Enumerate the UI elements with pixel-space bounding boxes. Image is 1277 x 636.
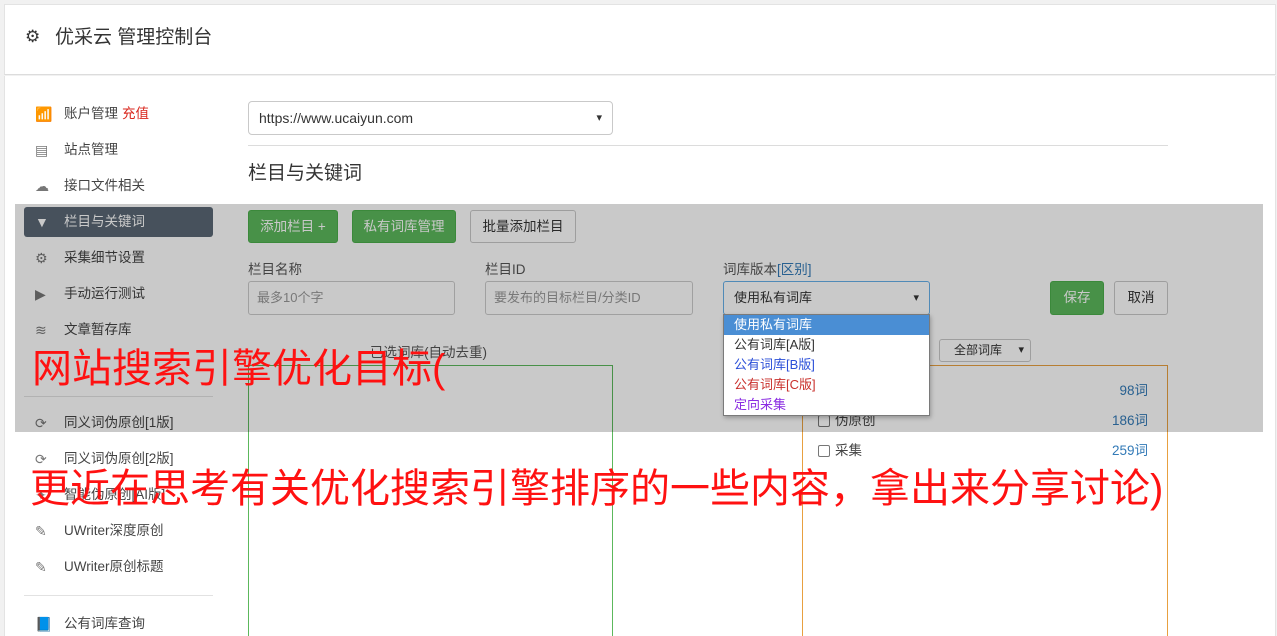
site-select-value: https://www.ucaiyun.com — [259, 110, 414, 126]
book-icon: 📘 — [35, 616, 53, 632]
modal-overlay — [15, 204, 1263, 432]
library-name: 采集 — [835, 443, 862, 458]
sidebar-item-label: 账户管理 — [64, 106, 118, 121]
version-option[interactable]: 公有词库[C版] — [724, 375, 929, 395]
version-option[interactable]: 公有词库[A版] — [724, 335, 929, 355]
sidebar-item-uwriter-title[interactable]: ✎ UWriter原创标题 — [24, 552, 213, 582]
sidebar-item-uwriter-deep[interactable]: ✎ UWriter深度原创 — [24, 516, 213, 546]
version-option[interactable]: 公有词库[B版] — [724, 355, 929, 375]
recharge-link[interactable]: 充值 — [122, 99, 149, 129]
library-count: 259词 — [1111, 443, 1148, 458]
version-dropdown-list[interactable]: 使用私有词库 公有词库[A版] 公有词库[B版] 公有词库[C版] 定向采集 — [723, 314, 930, 416]
overlay-caption-line1: 网站搜索引擎优化目标( — [32, 347, 446, 391]
chevron-down-icon: ▾ — [596, 112, 602, 124]
sidebar-item-sites[interactable]: ▤ 站点管理 — [24, 135, 213, 165]
library-checkbox[interactable] — [818, 445, 830, 457]
sidebar-divider — [24, 595, 213, 596]
library-item[interactable]: 采集 259词 — [818, 441, 1148, 461]
version-option[interactable]: 使用私有词库 — [724, 315, 929, 335]
sidebar-item-label: 站点管理 — [64, 142, 118, 157]
edit-icon: ✎ — [35, 559, 47, 575]
bar-chart-icon: 📶 — [35, 106, 53, 122]
sidebar-item-label: UWriter深度原创 — [64, 523, 164, 538]
edit-icon: ✎ — [35, 523, 47, 539]
sidebar-item-label: 接口文件相关 — [64, 178, 145, 193]
top-bar: ⚙ 优采云 管理控制台 — [4, 4, 1276, 75]
server-icon: ▤ — [35, 142, 49, 158]
overlay-caption-line2: 更近在思考有关优化搜索引擎排序的一些内容，拿出来分享讨论) — [30, 467, 1164, 511]
cloud-upload-icon: ☁ — [35, 178, 49, 194]
version-option[interactable]: 定向采集 — [724, 395, 929, 415]
sidebar-item-label: UWriter原创标题 — [64, 559, 164, 574]
sidebar-item-public-lib[interactable]: 📘 公有词库查询 — [24, 609, 213, 636]
sidebar-item-interface[interactable]: ☁ 接口文件相关 — [24, 171, 213, 201]
sidebar-item-label: 公有词库查询 — [64, 616, 145, 631]
app-title: 优采云 管理控制台 — [55, 27, 213, 48]
divider — [248, 145, 1168, 146]
section-title: 栏目与关键词 — [248, 163, 363, 184]
site-select[interactable]: https://www.ucaiyun.com ▾ — [248, 101, 613, 135]
sidebar-item-account[interactable]: 📶 账户管理 充值 — [24, 99, 213, 129]
gear-icon[interactable]: ⚙ — [25, 27, 45, 47]
